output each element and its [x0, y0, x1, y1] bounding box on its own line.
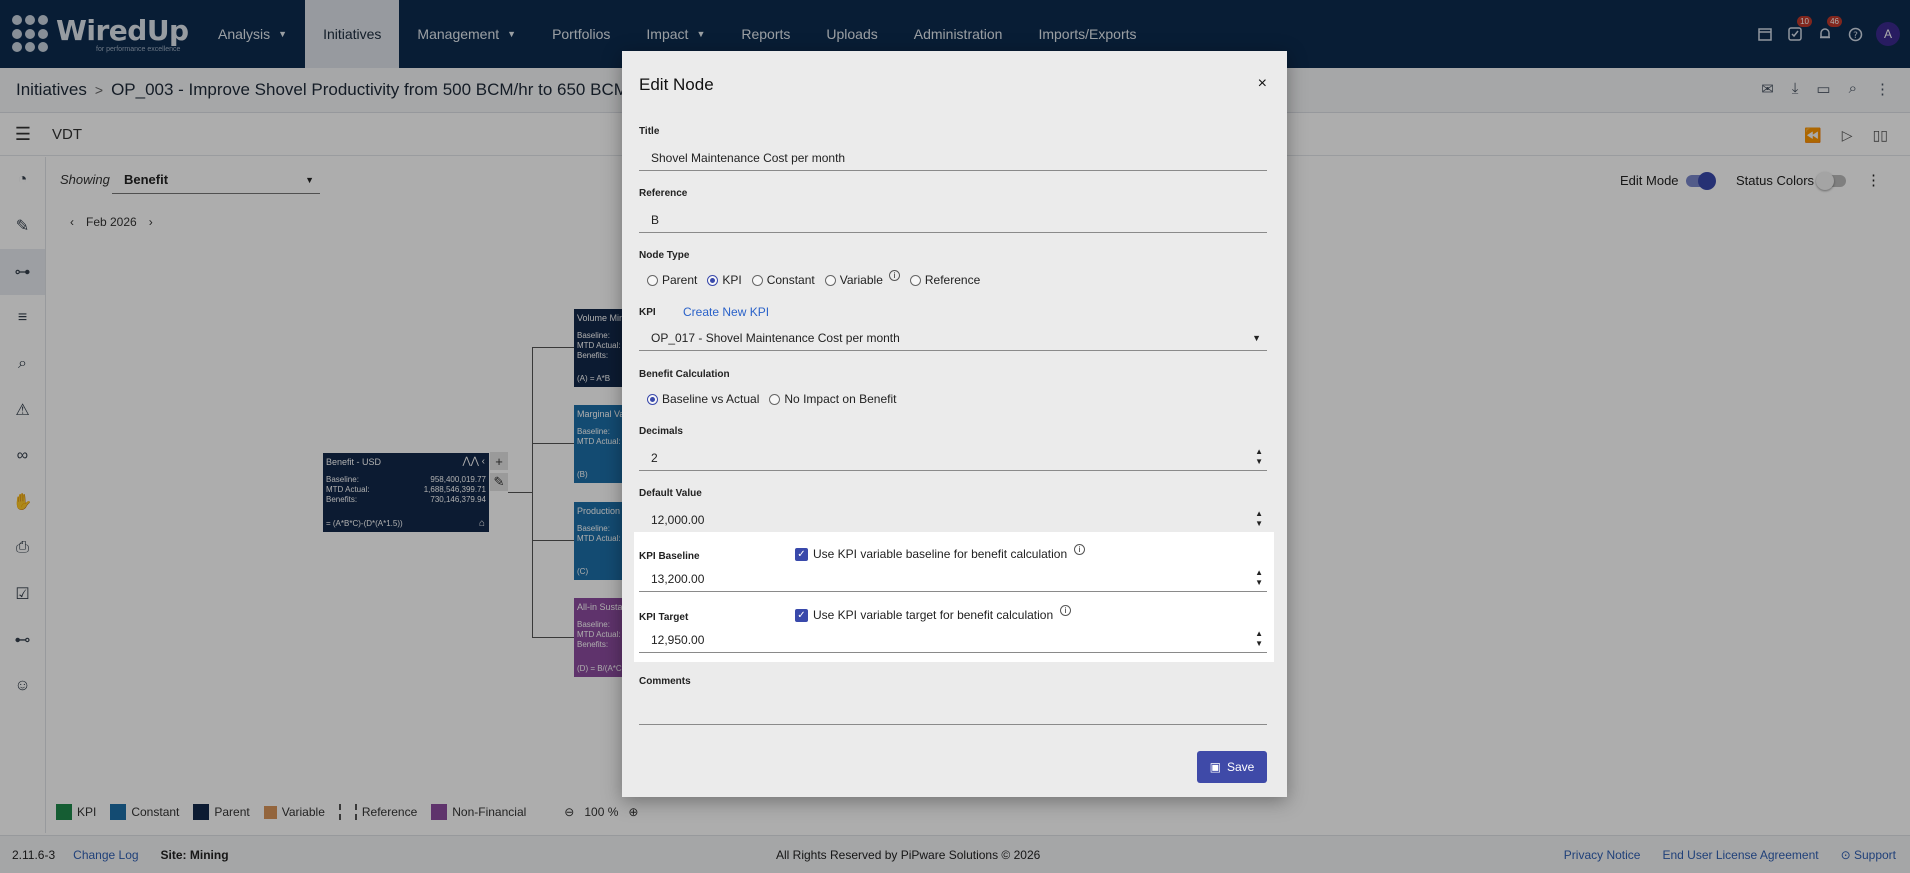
info-icon[interactable]: i — [888, 269, 900, 281]
number-stepper-icon[interactable]: ▲ ▼ — [1255, 509, 1263, 529]
default-value-field[interactable]: 12,000.00 ▲ ▼ — [639, 507, 1267, 533]
radio-kpi[interactable]: KPI — [707, 273, 742, 287]
kpi-select[interactable]: OP_017 - Shovel Maintenance Cost per mon… — [639, 325, 1267, 351]
checkbox-label: Use KPI variable baseline for benefit ca… — [813, 547, 1068, 561]
reference-field[interactable]: B — [639, 207, 1267, 233]
kpi-baseline-label: KPI Baseline — [639, 551, 700, 562]
radio-label: Variable — [839, 273, 883, 287]
kpi-baseline-value: 13,200.00 — [651, 571, 705, 586]
kpi-baseline-checkbox[interactable]: ✓ Use KPI variable baseline for benefit … — [795, 543, 1086, 561]
save-button[interactable]: ▣ Save — [1197, 751, 1267, 783]
decimals-field[interactable]: 2 ▲ ▼ — [639, 445, 1267, 471]
dialog-title: Edit Node — [639, 75, 714, 94]
default-value-label: Default Value — [639, 488, 702, 499]
kpi-variables-section: KPI Baseline ✓ Use KPI variable baseline… — [634, 532, 1274, 662]
radio-label: Parent — [662, 273, 698, 287]
radio-button — [647, 274, 658, 286]
kpi-target-checkbox[interactable]: ✓ Use KPI variable target for benefit ca… — [795, 604, 1072, 622]
number-stepper-icon[interactable]: ▲ ▼ — [1255, 447, 1263, 467]
radio-label: KPI — [722, 273, 742, 287]
kpi-target-value: 12,950.00 — [651, 632, 705, 647]
info-icon[interactable]: i — [1074, 543, 1086, 555]
edit-node-dialog: Edit Node × Title Shovel Maintenance Cos… — [622, 51, 1287, 797]
comments-field[interactable] — [639, 699, 1267, 725]
radio-parent[interactable]: Parent — [647, 273, 697, 287]
radio-constant[interactable]: Constant — [751, 273, 815, 287]
radio-label: Reference — [924, 273, 981, 287]
radio-button — [824, 274, 836, 286]
checkbox-checked-icon: ✓ — [795, 608, 808, 622]
kpi-label: KPI — [639, 307, 656, 318]
kpi-select-value: OP_017 - Shovel Maintenance Cost per mon… — [651, 330, 900, 345]
node-type-group: Parent KPI Constant Variable i Reference — [647, 269, 981, 287]
radio-button — [751, 274, 763, 286]
reference-label: Reference — [639, 188, 688, 199]
radio-button-selected — [707, 274, 719, 286]
benefit-calculation-group: Baseline vs Actual No Impact on Benefit — [647, 392, 896, 406]
info-icon[interactable]: i — [1060, 604, 1072, 616]
title-label: Title — [639, 126, 660, 137]
number-stepper-icon[interactable]: ▲ ▼ — [1255, 629, 1263, 649]
dropdown-caret-icon: ▼ — [1252, 332, 1261, 343]
close-icon[interactable]: × — [1258, 75, 1267, 93]
decimals-value: 2 — [651, 450, 658, 465]
default-value: 12,000.00 — [651, 512, 705, 527]
radio-baseline-vs-actual[interactable]: Baseline vs Actual — [647, 392, 759, 406]
radio-variable[interactable]: Variable i — [824, 269, 900, 287]
radio-no-impact[interactable]: No Impact on Benefit — [769, 392, 896, 406]
checkbox-label: Use KPI variable target for benefit calc… — [813, 608, 1054, 622]
node-type-label: Node Type — [639, 250, 690, 261]
save-label: Save — [1226, 760, 1255, 774]
checkbox-checked-icon: ✓ — [795, 547, 808, 561]
radio-label: No Impact on Benefit — [784, 392, 897, 406]
save-disk-icon: ▣ — [1209, 760, 1221, 774]
radio-button — [769, 393, 781, 405]
radio-button-selected — [647, 393, 658, 405]
radio-reference[interactable]: Reference — [909, 273, 981, 287]
title-field[interactable]: Shovel Maintenance Cost per month — [639, 145, 1267, 171]
kpi-target-label: KPI Target — [639, 612, 689, 623]
kpi-target-field[interactable]: 12,950.00 ▲ ▼ — [639, 627, 1267, 653]
radio-label: Baseline vs Actual — [662, 392, 760, 406]
kpi-baseline-field[interactable]: 13,200.00 ▲ ▼ — [639, 566, 1267, 592]
comments-label: Comments — [639, 676, 691, 687]
radio-label: Constant — [766, 273, 815, 287]
radio-button — [909, 274, 921, 286]
benefit-calculation-label: Benefit Calculation — [639, 369, 730, 380]
number-stepper-icon[interactable]: ▲ ▼ — [1255, 568, 1263, 588]
create-new-kpi-link[interactable]: Create New KPI — [683, 305, 769, 319]
decimals-label: Decimals — [639, 426, 683, 437]
